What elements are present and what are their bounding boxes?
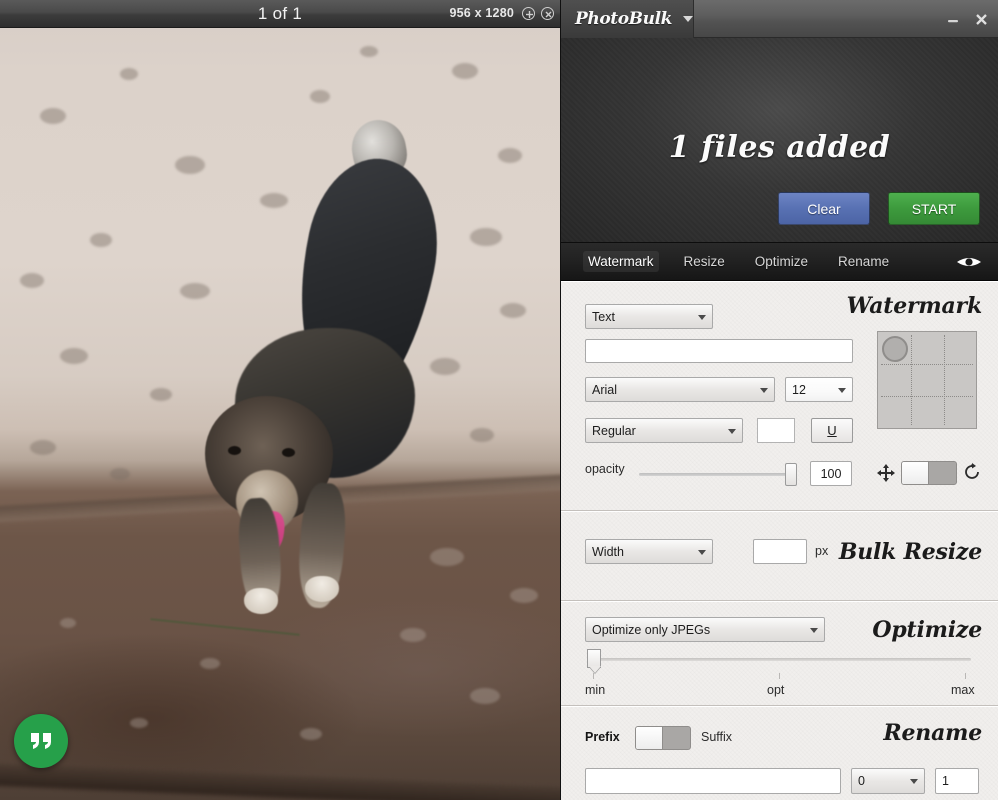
dog-paw-right [305,576,339,602]
leash [150,618,300,636]
opacity-label: opacity [585,462,625,476]
optimize-label-min: min [585,683,606,697]
rename-section-title: Rename [883,720,982,746]
app-title: PhotoBulk [575,9,673,29]
rename-digits-select-wrap: 0 [851,768,925,794]
start-button[interactable]: START [888,192,980,225]
rename-name-input[interactable] [585,768,841,794]
optimize-mode-select-wrap: Optimize only JPEGs [585,617,825,642]
watermark-panel: Watermark Text Arial 12 Regular U opacit… [561,281,998,511]
photobulk-window: PhotoBulk 1 files added Clear START Wate… [560,0,998,800]
chevron-down-icon [683,16,694,22]
plus-circle-icon[interactable] [522,7,535,20]
quote-fab-button[interactable] [14,714,68,768]
preview-eye-toggle[interactable] [956,252,982,271]
tab-bar: Watermark Resize Optimize Rename [561,243,998,281]
watermark-size-select-wrap: 12 [785,377,853,402]
optimize-panel: Optimize Optimize only JPEGs min opt max [561,601,998,706]
preview-photo [0,28,560,800]
preview-toolbar: 1 of 1 956 x 1280 [0,0,560,28]
optimize-mode-select[interactable]: Optimize only JPEGs [585,617,825,642]
rotate-icon[interactable] [963,463,981,481]
close-button[interactable] [970,9,992,29]
tab-rename[interactable]: Rename [833,251,894,272]
tab-resize[interactable]: Resize [679,251,730,272]
watermark-font-select[interactable]: Arial [585,377,775,402]
opacity-slider-track[interactable] [639,473,791,476]
minimize-button[interactable] [942,9,964,29]
toggle-knob [902,462,929,484]
rename-start-input[interactable] [935,768,979,794]
minimize-icon [948,20,958,23]
suffix-label[interactable]: Suffix [701,730,732,744]
rename-digits-select[interactable]: 0 [851,768,925,794]
watermark-section-title: Watermark [846,293,983,319]
watermark-font-select-wrap: Arial [585,377,775,402]
image-preview-pane: 1 of 1 956 x 1280 [0,0,560,800]
optimize-slider-track[interactable] [587,658,971,661]
watermark-position-grid[interactable] [877,331,977,429]
app-menu-button[interactable]: PhotoBulk [561,0,694,38]
tab-optimize[interactable]: Optimize [750,251,813,272]
hero-actions: Clear START [778,192,980,225]
optimize-section-title: Optimize [872,617,982,643]
resize-dimension-select-wrap: Width [585,539,713,564]
optimize-label-max: max [951,683,975,697]
optimize-slider-knob[interactable] [587,649,601,668]
dog-paw-left [244,588,278,614]
watermark-underline-button[interactable]: U [811,418,853,443]
watermark-text-input[interactable] [585,339,853,363]
eye-icon [957,257,981,266]
watermark-type-select-wrap: Text [585,304,713,329]
close-circle-icon[interactable] [541,7,554,20]
prefix-suffix-toggle[interactable] [635,726,691,750]
resize-size-input[interactable] [753,539,807,564]
image-dimensions: 956 x 1280 [449,6,514,20]
watermark-style-select-wrap: Regular [585,418,743,443]
close-icon [975,13,987,25]
resize-unit-label: px [815,544,829,558]
watermark-mode-toggle[interactable] [901,461,957,485]
window-titlebar: PhotoBulk [561,0,998,38]
move-icon[interactable] [876,463,896,483]
optimize-label-opt: opt [767,683,785,697]
prefix-label[interactable]: Prefix [585,730,620,744]
app-root: 1 of 1 956 x 1280 PhotoBulk 1 files adde… [0,0,998,800]
opacity-slider-knob[interactable] [785,463,797,486]
watermark-color-swatch[interactable] [757,418,795,443]
rename-panel: Rename Prefix Suffix 0 [561,706,998,800]
toggle-knob [636,727,663,749]
clear-button[interactable]: Clear [778,192,870,225]
watermark-style-select[interactable]: Regular [585,418,743,443]
files-hero-area: 1 files added Clear START [561,38,998,243]
opacity-value-input[interactable] [810,461,852,486]
watermark-type-select[interactable]: Text [585,304,713,329]
dog-eye-left [228,446,241,455]
resize-section-title: Bulk Resize [838,539,982,565]
watermark-size-select[interactable]: 12 [785,377,853,402]
dog-eye-right [282,448,295,457]
tab-watermark[interactable]: Watermark [583,251,659,272]
files-added-label: 1 files added [668,130,891,165]
resize-panel: Bulk Resize Width px [561,511,998,601]
resize-dimension-select[interactable]: Width [585,539,713,564]
watermark-position-handle[interactable] [882,336,908,362]
quote-icon [31,733,51,749]
lower-seam [0,763,560,800]
